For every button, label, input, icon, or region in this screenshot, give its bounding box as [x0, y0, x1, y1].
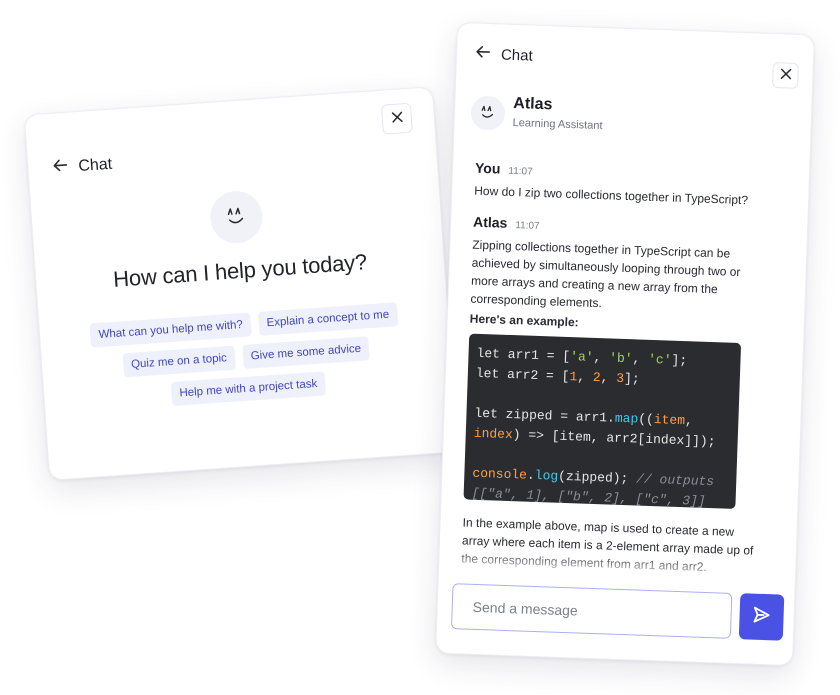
close-icon [780, 66, 792, 84]
code-block: let arr1 = ['a', 'b', 'c']; let arr2 = [… [463, 333, 742, 509]
close-button[interactable] [380, 102, 413, 135]
back-arrow-icon[interactable] [475, 44, 492, 66]
suggestion-chip[interactable]: Give me some advice [241, 336, 370, 370]
message-text: How do I zip two collections together in… [474, 183, 749, 208]
send-icon [751, 604, 772, 630]
chat-title: Chat [77, 155, 113, 175]
code-line: let arr1 = ['a', 'b', 'c']; [476, 345, 688, 369]
assistant-name: Atlas [513, 94, 553, 114]
code-line: [["a", 1], ["b", 2], ["c", 3]] [471, 485, 706, 509]
code-line: let arr2 = [1, 2, 3]; [475, 365, 640, 387]
suggestion-chip[interactable]: Quiz me on a topic [122, 345, 236, 378]
send-button[interactable] [738, 593, 785, 641]
message-header: Atlas 11:07 [473, 214, 540, 232]
message-time: 11:07 [515, 220, 540, 232]
welcome-heading: How can I help you today? [112, 249, 368, 292]
suggestion-chip[interactable]: Help me with a project task [170, 371, 327, 407]
atlas-avatar-icon [470, 95, 506, 131]
suggestion-chip[interactable]: Explain a concept to me [257, 302, 398, 336]
suggestion-list: What can you help me with? Explain a con… [60, 300, 433, 413]
suggestion-chip[interactable]: What can you help me with? [89, 312, 252, 348]
chat-header: Chat [52, 154, 113, 179]
chat-title: Chat [500, 46, 533, 65]
message-author: You [474, 159, 501, 177]
message-header: You 11:07 [475, 160, 533, 178]
message-text: Zipping collections together in TypeScri… [470, 237, 741, 311]
close-icon [391, 109, 403, 128]
message-input[interactable]: Send a message [450, 583, 733, 639]
message-composer: Send a message [436, 574, 795, 666]
code-line: index) => [item, arr2[index]]); [473, 425, 716, 450]
assistant-identity: Atlas Learning Assistant [512, 95, 603, 132]
conversation-panel: Chat Atlas Learning Assistant You 11:07 … [435, 21, 815, 667]
example-label: Here's an example: [469, 311, 579, 330]
message-author: Atlas [472, 213, 508, 231]
atlas-logo-icon [208, 189, 265, 245]
chat-header: Chat [475, 44, 533, 67]
code-line: let zipped = arr1.map((item, [474, 405, 694, 429]
code-line: console.log(zipped); // outputs [472, 465, 715, 490]
message-time: 11:07 [508, 165, 533, 178]
welcome-chat-panel: Chat How can I help you today? What can … [23, 86, 459, 481]
assistant-role: Learning Assistant [512, 116, 603, 133]
close-button[interactable] [772, 61, 799, 89]
back-arrow-icon[interactable] [52, 157, 69, 179]
